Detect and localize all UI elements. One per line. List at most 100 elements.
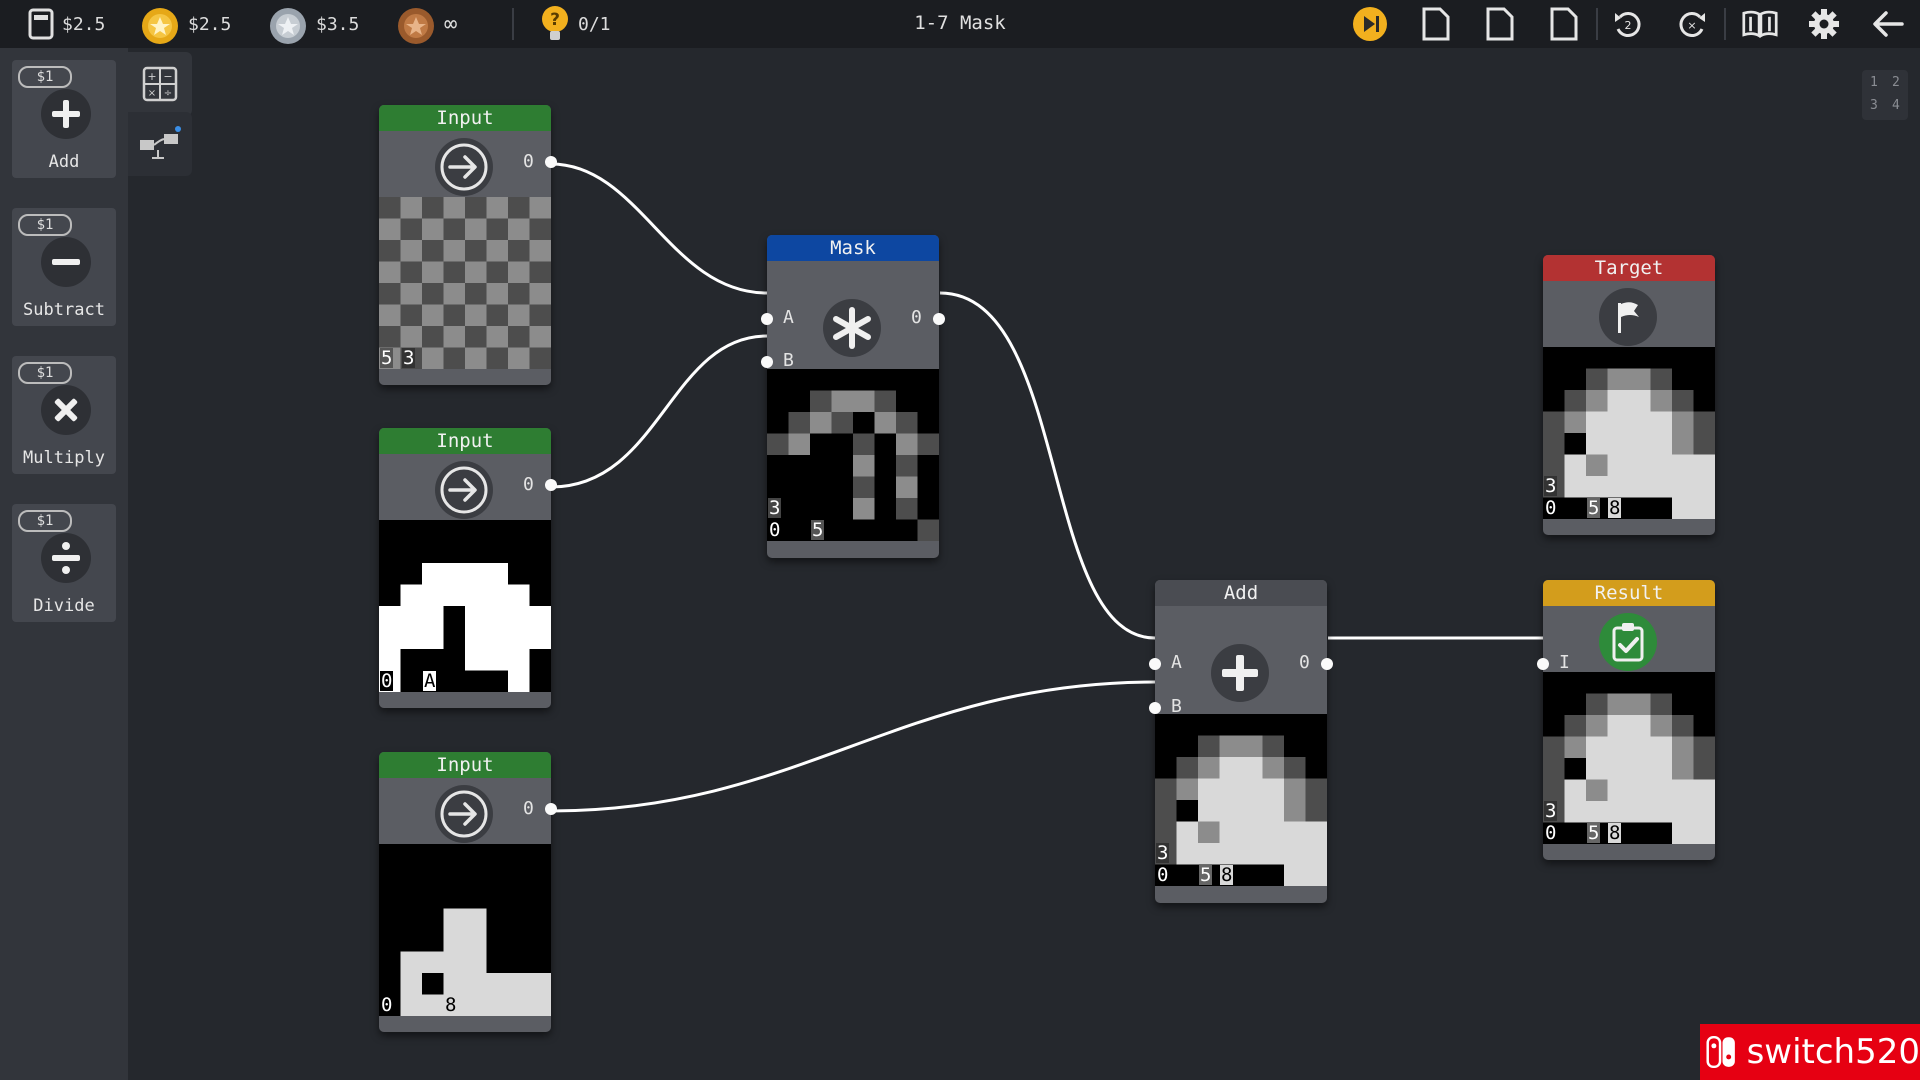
grid-cell — [917, 476, 939, 499]
grid-cell — [1607, 693, 1630, 716]
grid-cell — [1629, 779, 1652, 802]
grid-cell — [896, 433, 919, 456]
grid-cell — [1198, 714, 1221, 737]
input-port-label: B — [783, 350, 794, 371]
grid-cell — [1586, 801, 1609, 824]
grid-cell — [767, 369, 790, 392]
grid-value-label: 3 — [768, 497, 782, 519]
output-port[interactable] — [545, 803, 557, 815]
workspace-3[interactable]: 3 — [1870, 98, 1878, 113]
grid-cell — [1241, 735, 1264, 758]
input-arrow-icon — [435, 785, 493, 843]
grid-cell — [1650, 715, 1673, 738]
grid-cell — [1543, 693, 1566, 716]
input-port-b[interactable] — [761, 356, 773, 368]
grid-cell — [1262, 778, 1285, 801]
grid-cell — [1564, 347, 1587, 370]
grid-value-label: 3 — [1156, 842, 1170, 864]
grid-value-label: 0 — [380, 670, 394, 692]
output-port[interactable] — [1321, 658, 1333, 670]
grid-cell — [1543, 779, 1566, 802]
grid-cell — [422, 887, 445, 910]
grid-cell — [1305, 821, 1327, 844]
grid-value-label: 5 — [380, 347, 394, 369]
grid-cell — [1198, 800, 1221, 823]
node-title: Result — [1543, 580, 1715, 606]
grid-cell — [1305, 864, 1327, 886]
grid-cell — [508, 951, 531, 974]
grid-cell — [422, 240, 445, 263]
grid-cell — [1672, 693, 1695, 716]
input-node-3[interactable]: Input 0 0 8 — [379, 752, 557, 1032]
grid-cell — [486, 218, 509, 241]
grid-cell — [810, 498, 833, 521]
grid-cell — [422, 930, 445, 953]
output-port[interactable] — [545, 479, 557, 491]
grid-cell — [379, 951, 402, 974]
grid-cell — [486, 584, 509, 607]
output-port[interactable] — [545, 156, 557, 168]
grid-cell — [529, 520, 551, 543]
grid-cell — [422, 563, 445, 586]
connection-wires — [550, 162, 1543, 813]
input-node-2[interactable]: Input 0 0 A — [379, 428, 557, 708]
grid-cell — [1241, 778, 1264, 801]
grid-cell — [1672, 454, 1695, 477]
grid-cell — [1650, 693, 1673, 716]
grid-value-label: 0 — [1544, 822, 1558, 844]
grid-cell — [508, 283, 531, 306]
grid-cell — [422, 844, 445, 867]
input-port-a[interactable] — [761, 313, 773, 325]
grid-cell — [379, 240, 402, 263]
add-node[interactable]: Add A B 0 3 0 5 8 — [1149, 580, 1333, 903]
grid-cell — [465, 973, 488, 996]
grid-cell — [1543, 736, 1566, 759]
output-port[interactable] — [933, 313, 945, 325]
grid-cell — [1262, 800, 1285, 823]
grid-cell — [1586, 454, 1609, 477]
input-node-1[interactable]: Input 0 5 3 — [379, 105, 557, 385]
workspace-1[interactable]: 1 — [1870, 75, 1878, 90]
workspace-4[interactable]: 4 — [1892, 98, 1900, 113]
grid-cell — [1219, 714, 1242, 737]
workspace-2[interactable]: 2 — [1892, 75, 1900, 90]
grid-cell — [529, 347, 551, 369]
grid-cell — [1607, 390, 1630, 413]
grid-cell — [508, 563, 531, 586]
output-port-label: 0 — [523, 798, 534, 819]
grid-cell — [465, 930, 488, 953]
input-port-b[interactable] — [1149, 702, 1161, 714]
input-arrow-icon — [435, 461, 493, 519]
grid-cell — [379, 584, 402, 607]
grid-cell — [443, 627, 466, 650]
asterisk-icon — [823, 299, 881, 357]
grid-cell — [767, 476, 790, 499]
grid-cell — [443, 261, 466, 284]
grid-cell — [422, 347, 445, 369]
grid-cell — [1543, 433, 1566, 456]
workspace-switcher[interactable]: 1 2 3 4 — [1862, 70, 1908, 120]
grid-cell — [1586, 715, 1609, 738]
grid-cell — [422, 326, 445, 349]
wire-input3-to-add-b — [550, 680, 1156, 813]
mask-node[interactable]: Mask A B 0 3 0 5 — [761, 235, 945, 558]
grid-value-label: 0 — [1156, 864, 1170, 886]
grid-cell — [400, 908, 423, 931]
grid-cell — [1672, 476, 1695, 499]
grid-cell — [1607, 476, 1630, 499]
grid-cell — [874, 498, 897, 521]
result-node: Result I 3 0 5 8 — [1537, 580, 1715, 860]
grid-value-label: 0 — [1544, 497, 1558, 519]
grid-cell — [831, 455, 854, 478]
grid-cell — [1284, 757, 1307, 780]
grid-cell — [1176, 778, 1199, 801]
input-port-a[interactable] — [1149, 658, 1161, 670]
grid-cell — [422, 951, 445, 974]
input-port-i[interactable] — [1537, 658, 1549, 670]
grid-cell — [1564, 454, 1587, 477]
grid-cell — [1176, 864, 1199, 886]
grid-cell — [853, 433, 876, 456]
grid-cell — [529, 844, 551, 867]
grid-cell — [422, 908, 445, 931]
grid-cell — [874, 390, 897, 413]
